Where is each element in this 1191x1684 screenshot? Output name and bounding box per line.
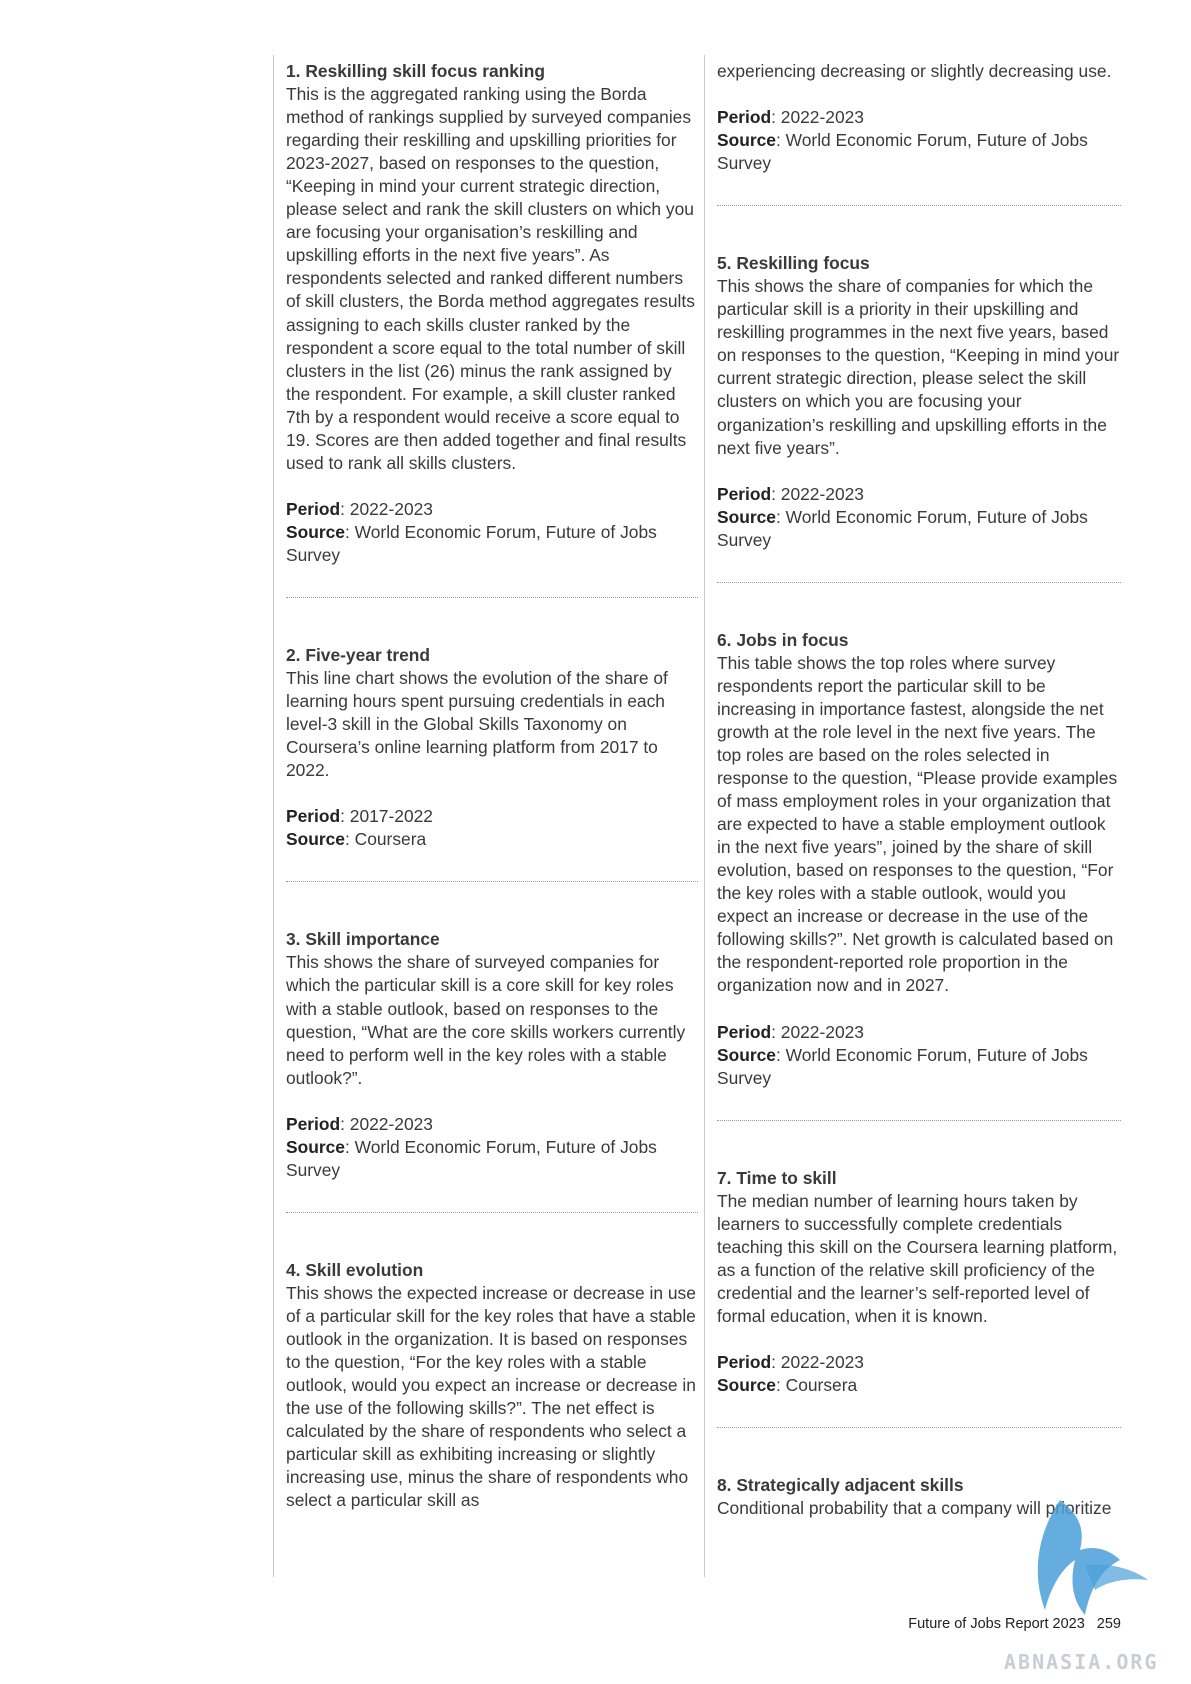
section-heading: 2. Five-year trend bbox=[286, 644, 431, 665]
section-heading: 5. Reskilling focus bbox=[717, 253, 870, 274]
source-label: Source bbox=[717, 506, 776, 527]
section-description: This table shows the top roles where sur… bbox=[717, 652, 1118, 996]
period-line: Period: 2022-2023 bbox=[717, 106, 1121, 129]
source-line: Source: World Economic Forum, Future of … bbox=[286, 1136, 698, 1182]
source-value: : Coursera bbox=[344, 829, 427, 850]
period-value: : 2022-2023 bbox=[771, 107, 864, 128]
section-description: This is the aggregated ranking using the… bbox=[286, 84, 695, 473]
source-line: Source: World Economic Forum, Future of … bbox=[717, 129, 1121, 175]
period-line: Period: 2017-2022 bbox=[286, 805, 698, 828]
period-value: : 2022-2023 bbox=[340, 1113, 433, 1134]
period-label: Period bbox=[286, 806, 341, 827]
period-line: Period: 2022-2023 bbox=[717, 483, 1121, 506]
dotted-divider bbox=[286, 881, 698, 883]
period-value: : 2022-2023 bbox=[771, 1021, 864, 1042]
source-line: Source: Coursera bbox=[717, 1374, 1121, 1397]
period-line: Period: 2022-2023 bbox=[717, 1021, 1121, 1044]
dotted-divider bbox=[717, 205, 1121, 207]
period-label: Period bbox=[717, 1021, 772, 1042]
source-value: : Coursera bbox=[775, 1375, 858, 1396]
source-line: Source: World Economic Forum, Future of … bbox=[717, 1044, 1121, 1090]
period-value: : 2022-2023 bbox=[771, 1351, 864, 1372]
dotted-divider bbox=[717, 1427, 1121, 1429]
source-label: Source bbox=[717, 1375, 776, 1396]
section-heading: 7. Time to skill bbox=[717, 1167, 837, 1188]
continuation-text: experiencing decreasing or slightly decr… bbox=[717, 61, 1112, 81]
period-label: Period bbox=[286, 1113, 341, 1134]
source-line: Source: World Economic Forum, Future of … bbox=[717, 506, 1121, 552]
watermark-text: ABNASIA.ORG bbox=[1004, 1650, 1159, 1674]
period-value: : 2017-2022 bbox=[340, 806, 433, 827]
right-column-rule bbox=[704, 55, 705, 1577]
source-line: Source: World Economic Forum, Future of … bbox=[286, 521, 698, 567]
section-description: This shows the share of surveyed compani… bbox=[286, 952, 686, 1088]
section-jobs-in-focus: 6. Jobs in focus This table shows the to… bbox=[717, 629, 1121, 1090]
source-label: Source bbox=[286, 829, 345, 850]
section-description: This shows the expected increase or decr… bbox=[286, 1282, 696, 1511]
section-heading: 3. Skill importance bbox=[286, 929, 440, 950]
source-label: Source bbox=[286, 521, 345, 542]
period-label: Period bbox=[286, 498, 341, 519]
period-label: Period bbox=[717, 1351, 772, 1372]
section-description: This shows the share of companies for wh… bbox=[717, 276, 1120, 458]
period-line: Period: 2022-2023 bbox=[286, 1113, 698, 1136]
period-line: Period: 2022-2023 bbox=[717, 1351, 1121, 1374]
section-five-year-trend: 2. Five-year trend This line chart shows… bbox=[286, 644, 698, 851]
source-label: Source bbox=[286, 1136, 345, 1157]
dotted-divider bbox=[717, 581, 1121, 583]
left-column-rule bbox=[273, 55, 274, 1577]
source-label: Source bbox=[717, 130, 776, 151]
page: 1. Reskilling skill focus ranking This i… bbox=[0, 0, 1191, 1684]
period-label: Period bbox=[717, 483, 772, 504]
period-value: : 2022-2023 bbox=[771, 483, 864, 504]
section-reskilling-skill-focus-ranking: 1. Reskilling skill focus ranking This i… bbox=[286, 60, 698, 567]
section-skill-importance: 3. Skill importance This shows the share… bbox=[286, 928, 698, 1181]
section-heading: 1. Reskilling skill focus ranking bbox=[286, 61, 546, 81]
section-description: The median number of learning hours take… bbox=[717, 1190, 1118, 1326]
dotted-divider bbox=[286, 1211, 698, 1213]
source-label: Source bbox=[717, 1044, 776, 1065]
period-label: Period bbox=[717, 107, 772, 128]
section-time-to-skill: 7. Time to skill The median number of le… bbox=[717, 1167, 1121, 1397]
source-line: Source: Coursera bbox=[286, 828, 698, 851]
section-skill-evolution: 4. Skill evolution This shows the expect… bbox=[286, 1259, 698, 1513]
dotted-divider bbox=[717, 1119, 1121, 1121]
section-heading: 4. Skill evolution bbox=[286, 1259, 424, 1280]
dotted-divider bbox=[286, 596, 698, 598]
period-value: : 2022-2023 bbox=[340, 498, 433, 519]
section-heading: 6. Jobs in focus bbox=[717, 629, 849, 650]
section-description: This line chart shows the evolution of t… bbox=[286, 668, 668, 781]
period-line: Period: 2022-2023 bbox=[286, 498, 698, 521]
right-column: experiencing decreasing or slightly decr… bbox=[717, 60, 1121, 1520]
left-column: 1. Reskilling skill focus ranking This i… bbox=[286, 60, 698, 1512]
section-reskilling-focus: 5. Reskilling focus This shows the share… bbox=[717, 252, 1121, 552]
section-skill-evolution-continued: experiencing decreasing or slightly decr… bbox=[717, 60, 1121, 175]
bird-logo-icon bbox=[1037, 1500, 1148, 1615]
